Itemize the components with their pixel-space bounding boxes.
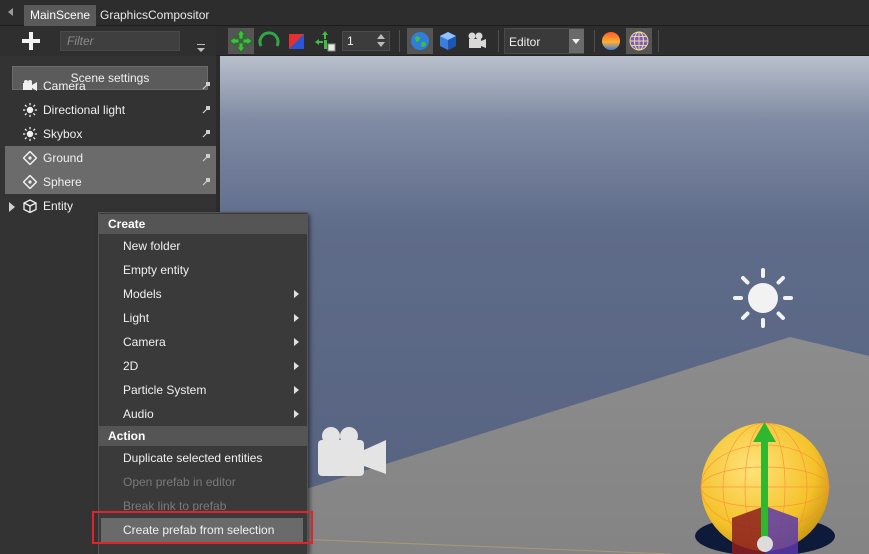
pin-icon[interactable] [202,129,211,138]
toolbar-separator [594,30,595,52]
menu-item-light[interactable]: Light [99,306,307,330]
menu-item-models[interactable]: Models [99,282,307,306]
diamond-icon [23,175,37,189]
chevron-down-icon[interactable] [569,29,584,53]
toolbar-separator [399,30,400,52]
translate-gizmo-icon [229,29,253,53]
editor-mode-value: Editor [509,35,541,49]
sun-icon [23,127,37,141]
menu-item-empty-entity[interactable]: Empty entity [99,258,307,282]
rotate-gizmo-icon [258,31,280,47]
toolbar-separator [658,30,659,52]
viewport-toolbar: 1 Editor [216,26,869,56]
tree-item-label: Camera [43,79,86,93]
menu-item-new-folder[interactable]: New folder [99,234,307,258]
scene-viewport[interactable] [220,56,869,554]
wireframe-icon [629,31,649,51]
menu-item-label: New folder [123,239,181,253]
tree-item-directional-light[interactable]: Directional light [5,98,216,122]
tree-item-ground[interactable]: Ground [5,146,216,170]
menu-item-audio[interactable]: Audio [99,402,307,426]
filter-input[interactable] [60,31,180,51]
submenu-arrow-icon [294,314,299,322]
tab-graphicscompositor[interactable]: GraphicsCompositor [94,5,215,26]
submenu-arrow-icon [294,410,299,418]
world-space-icon [411,32,429,50]
entity-tree: Camera Directional light Skybox Ground S… [5,74,216,218]
menu-item-label: Light [123,311,150,325]
menu-item-open-prefab[interactable]: Open prefab in editor [99,470,307,494]
submenu-arrow-icon [294,338,299,346]
annotation-highlight-box [92,511,313,544]
hierarchy-toolbar [0,26,216,56]
pin-icon[interactable] [202,81,211,90]
submenu-arrow-icon [294,290,299,298]
snap-button[interactable] [312,28,338,54]
menu-item-label: Particle System [123,383,207,397]
menu-item-label: Audio [123,407,154,421]
submenu-arrow-icon [294,386,299,394]
lighting-icon [602,32,620,50]
menu-item-camera[interactable]: Camera [99,330,307,354]
menu-section-header: Action [99,426,307,446]
editor-mode-select[interactable]: Editor [504,28,584,54]
tree-item-label: Sphere [43,175,82,189]
pin-icon[interactable] [202,153,211,162]
document-tab-bar: MainScene GraphicsCompositor [0,0,869,26]
expand-arrow-icon[interactable] [9,202,15,212]
tree-item-skybox[interactable]: Skybox [5,122,216,146]
viewport-render [220,56,869,554]
sun-icon [23,103,37,117]
snap-icon [315,31,336,52]
menu-item-label: Empty entity [123,263,190,277]
menu-item-label: Camera [123,335,166,349]
scale-gizmo-icon [289,34,304,49]
step-spinner-icon[interactable] [374,32,388,50]
menu-item-label: 2D [123,359,139,373]
world-space-button[interactable] [407,28,433,54]
rotate-gizmo-button[interactable] [256,28,282,54]
camera-icon [23,80,37,91]
tree-item-label: Entity [43,199,74,213]
cube-icon [23,199,37,213]
pin-icon[interactable] [202,177,211,186]
tree-item-label: Ground [43,151,84,165]
menu-section-header: Create [99,214,307,234]
lighting-button[interactable] [598,28,624,54]
tree-item-sphere[interactable]: Sphere [5,170,216,194]
hierarchy-options-icon[interactable] [197,44,205,52]
diamond-icon [23,151,37,165]
toolbar-separator [498,30,499,52]
submenu-arrow-icon [294,362,299,370]
tree-item-label: Skybox [43,127,83,141]
translate-gizmo-button[interactable] [228,28,254,54]
menu-item-label: Open prefab in editor [123,475,236,489]
context-menu: Create New folder Empty entity Models Li… [98,212,308,554]
menu-item-particle-system[interactable]: Particle System [99,378,307,402]
local-space-icon [440,32,456,50]
camera-settings-icon [468,32,486,48]
add-entity-button[interactable] [16,28,46,54]
camera-settings-button[interactable] [463,28,489,54]
wireframe-button[interactable] [626,28,652,54]
tab-scroll-left-icon[interactable] [8,8,13,16]
menu-item-2d[interactable]: 2D [99,354,307,378]
menu-item-duplicate[interactable]: Duplicate selected entities [99,446,307,470]
scale-gizmo-button[interactable] [284,28,310,54]
local-space-button[interactable] [435,28,461,54]
menu-item-label: Models [123,287,162,301]
menu-item-label: Duplicate selected entities [123,451,263,465]
tree-item-camera[interactable]: Camera [5,74,216,98]
tab-mainscene[interactable]: MainScene [24,5,97,26]
tree-item-label: Directional light [43,103,126,117]
pin-icon[interactable] [202,105,211,114]
